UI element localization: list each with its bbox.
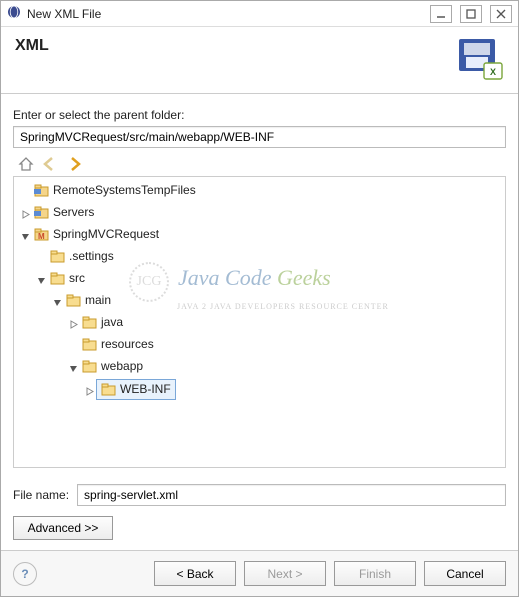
back-arrow-icon[interactable] (41, 155, 59, 173)
tree-node[interactable]: java (80, 313, 125, 332)
folder-icon (34, 206, 49, 219)
folder-icon (82, 338, 97, 351)
folder-icon (50, 250, 65, 263)
tree-node[interactable]: M SpringMVCRequest (32, 225, 161, 244)
tree-node-label: resources (101, 335, 154, 354)
tree-twist-icon[interactable] (52, 298, 62, 308)
home-icon[interactable] (17, 155, 35, 173)
tree-twist-icon[interactable] (20, 210, 30, 220)
folder-icon: M (34, 228, 49, 241)
folder-tree[interactable]: RemoteSystemsTempFiles Servers M SpringMVCR… (16, 181, 503, 402)
tree-node-label: webapp (101, 357, 143, 376)
back-button[interactable]: < Back (154, 561, 236, 586)
tree-node-label: .settings (69, 247, 114, 266)
filename-input[interactable] (77, 484, 506, 506)
tree-node-label: RemoteSystemsTempFiles (53, 181, 196, 200)
close-button[interactable] (490, 5, 512, 23)
advanced-button[interactable]: Advanced >> (13, 516, 113, 540)
tree-node-label: WEB-INF (120, 380, 171, 399)
folder-icon (82, 316, 97, 329)
finish-button: Finish (334, 561, 416, 586)
minimize-button[interactable] (430, 5, 452, 23)
tree-node[interactable]: Servers (32, 203, 96, 222)
tree-node[interactable]: RemoteSystemsTempFiles (32, 181, 198, 200)
folder-icon (50, 272, 65, 285)
tree-twist-icon[interactable] (20, 232, 30, 242)
tree-node[interactable]: WEB-INF (96, 379, 176, 400)
folder-icon (34, 184, 49, 197)
forward-arrow-icon[interactable] (65, 155, 83, 173)
tree-node-label: java (101, 313, 123, 332)
help-button[interactable]: ? (13, 562, 37, 586)
svg-text:X: X (490, 67, 496, 77)
tree-node[interactable]: resources (80, 335, 156, 354)
folder-icon (101, 383, 116, 396)
tree-node-label: SpringMVCRequest (53, 225, 159, 244)
folder-icon (82, 360, 97, 373)
next-button: Next > (244, 561, 326, 586)
parent-folder-input[interactable] (13, 126, 506, 148)
folder-icon (66, 294, 81, 307)
tree-node-label: Servers (53, 203, 94, 222)
maximize-button[interactable] (460, 5, 482, 23)
tree-twist-icon[interactable] (68, 320, 78, 330)
parent-folder-label: Enter or select the parent folder: (13, 108, 506, 122)
tree-node[interactable]: webapp (80, 357, 145, 376)
page-title: XML (15, 37, 49, 55)
tree-node[interactable]: .settings (48, 247, 116, 266)
tree-node-label: main (85, 291, 111, 310)
window-title: New XML File (27, 7, 430, 21)
tree-node[interactable]: main (64, 291, 113, 310)
save-xml-icon: X (456, 37, 504, 81)
svg-text:M: M (38, 232, 45, 241)
tree-node[interactable]: src (48, 269, 87, 288)
cancel-button[interactable]: Cancel (424, 561, 506, 586)
eclipse-icon (7, 5, 21, 22)
tree-twist-icon[interactable] (84, 387, 94, 397)
tree-twist-icon[interactable] (36, 276, 46, 286)
tree-node-label: src (69, 269, 85, 288)
tree-twist-icon[interactable] (68, 364, 78, 374)
filename-label: File name: (13, 488, 69, 502)
